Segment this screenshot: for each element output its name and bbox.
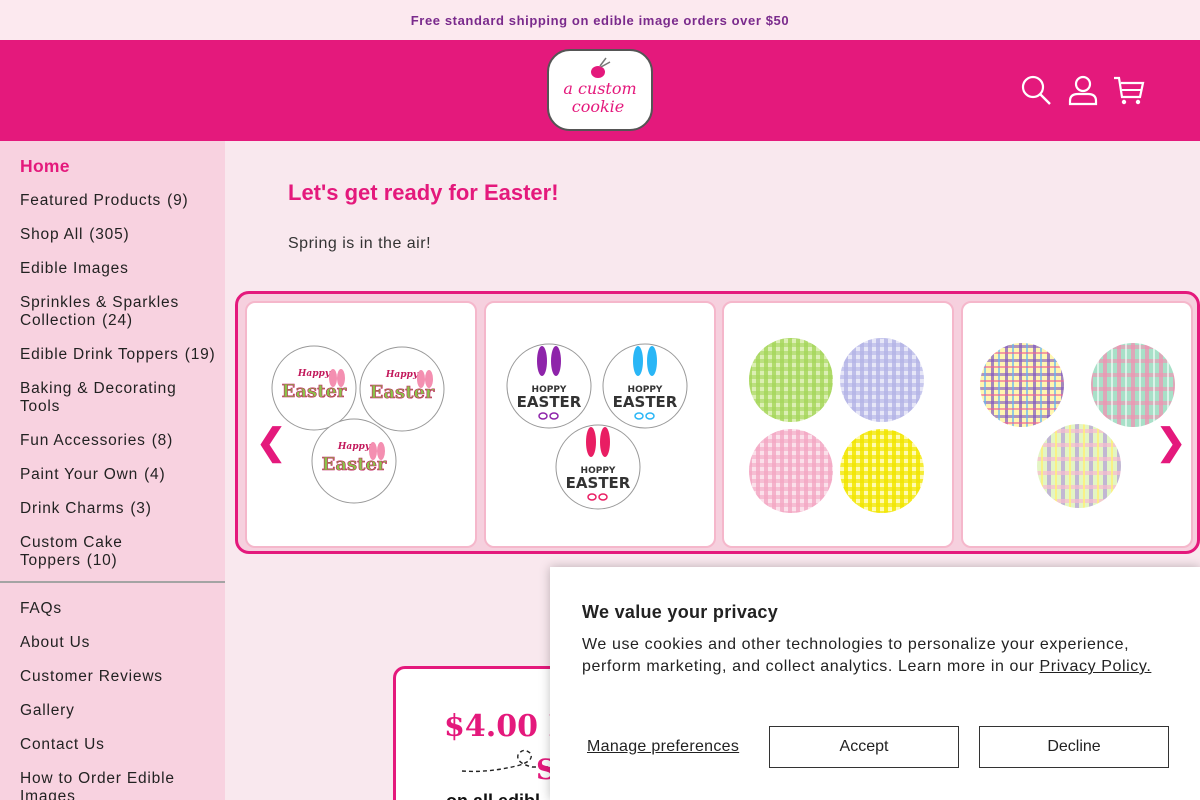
announcement-bar: Free standard shipping on edible image o… — [0, 0, 1200, 40]
sidebar-item-about-us[interactable]: About Us — [20, 634, 220, 652]
sidebar-item-label: Sprinkles & Sparkles Collection — [20, 294, 180, 329]
sidebar-item-home[interactable]: Home — [20, 157, 220, 175]
card-word2-text: EASTER — [613, 393, 678, 411]
sidebar-item-count: (24) — [102, 312, 133, 329]
product-card-hoppy-easter[interactable]: HOPPY EASTER HOPPY EASTER HOPPY EASTER — [484, 301, 716, 548]
sidebar-item-fun-accessories[interactable]: Fun Accessories (8) — [20, 432, 220, 450]
sidebar-item-count: (3) — [130, 500, 152, 517]
cart-icon[interactable] — [1112, 73, 1146, 107]
sidebar-item-count: (4) — [144, 466, 166, 483]
sidebar-item-count: (305) — [89, 226, 130, 243]
site-header: a custom cookie — [0, 40, 1200, 141]
product-carousel: Happy Easter Happy Easter Happy Easter H… — [235, 291, 1200, 554]
sidebar-item-cake-toppers[interactable]: Custom Cake Toppers (10) — [20, 534, 140, 570]
carousel-next-button[interactable]: ❯ — [1156, 424, 1186, 460]
search-icon[interactable] — [1019, 73, 1053, 107]
manage-preferences-link[interactable]: Manage preferences — [587, 738, 739, 756]
logo-line1: a custom — [563, 79, 636, 98]
decline-button[interactable]: Decline — [979, 726, 1169, 768]
accept-button[interactable]: Accept — [769, 726, 959, 768]
sidebar-item-edible-images[interactable]: Edible Images — [20, 260, 220, 278]
carousel-prev-button[interactable]: ❮ — [256, 424, 286, 460]
sidebar-item-faqs[interactable]: FAQs — [20, 600, 220, 618]
sidebar-item-count: (9) — [167, 192, 189, 209]
sidebar-item-label: Shop All — [20, 226, 84, 243]
card-script-text: Happy — [385, 370, 419, 380]
sidebar-item-count: (10) — [86, 552, 118, 569]
sidebar-item-drink-toppers[interactable]: Edible Drink Toppers (19) — [20, 346, 220, 364]
sidebar-item-featured-products[interactable]: Featured Products (9) — [20, 192, 220, 210]
cookie-title: We value your privacy — [582, 602, 779, 622]
sidebar-item-count: (8) — [151, 432, 174, 449]
sidebar-item-label: Fun Accessories — [20, 432, 146, 449]
sidebar-item-sprinkles[interactable]: Sprinkles & Sparkles Collection (24) — [20, 294, 200, 330]
card-word-text: Easter — [370, 382, 435, 403]
sidebar-item-contact-us[interactable]: Contact Us — [20, 736, 220, 754]
sidebar-item-label: Edible Drink Toppers — [20, 346, 179, 363]
product-image — [749, 338, 924, 513]
sidebar: Home Featured Products (9) Shop All (305) … — [0, 141, 225, 800]
sidebar-item-label: Baking & Decorating Tools — [20, 380, 177, 415]
sidebar-item-gallery[interactable]: Gallery — [20, 702, 220, 720]
sidebar-divider — [0, 581, 225, 583]
logo-line2: cookie — [572, 97, 625, 116]
sidebar-item-label: Drink Charms — [20, 500, 125, 517]
page-title: Let's get ready for Easter! — [288, 180, 559, 205]
privacy-policy-link[interactable]: Privacy Policy. — [1040, 658, 1152, 675]
sidebar-item-shop-all[interactable]: Shop All (305) — [20, 226, 220, 244]
sidebar-item-label: Edible Images — [20, 260, 129, 277]
announcement-text: Free standard shipping on edible image o… — [410, 12, 790, 28]
sidebar-item-how-to-order[interactable]: How to Order Edible Images — [20, 770, 195, 800]
sidebar-item-count: (19) — [184, 346, 216, 363]
sidebar-item-label: Paint Your Own — [20, 466, 139, 483]
account-icon[interactable] — [1066, 73, 1100, 107]
sidebar-item-drink-charms[interactable]: Drink Charms (3) — [20, 500, 220, 518]
cookie-description: We use cookies and other technologies to… — [582, 634, 1172, 678]
site-logo[interactable]: a custom cookie — [546, 48, 654, 132]
page-subtitle: Spring is in the air! — [288, 235, 432, 252]
product-card-gingham[interactable] — [722, 301, 954, 548]
card-script-text: Happy — [297, 369, 331, 379]
sidebar-item-paint-your-own[interactable]: Paint Your Own (4) — [20, 466, 220, 484]
sidebar-item-baking-tools[interactable]: Baking & Decorating Tools — [20, 380, 200, 416]
promo-text: on all edibl — [446, 791, 540, 800]
card-word-text: Easter — [322, 454, 387, 475]
product-image: HOPPY EASTER HOPPY EASTER HOPPY EASTER — [506, 343, 688, 510]
sidebar-item-customer-reviews[interactable]: Customer Reviews — [20, 668, 220, 686]
card-script-text: Happy — [337, 442, 371, 452]
card-word2-text: EASTER — [566, 474, 631, 492]
cookie-consent-banner: We value your privacy We use cookies and… — [550, 567, 1200, 800]
card-word-text: Easter — [282, 381, 347, 402]
logo-image: a custom cookie — [547, 49, 653, 131]
card-word2-text: EASTER — [517, 393, 582, 411]
sidebar-item-label: Featured Products — [20, 192, 162, 209]
